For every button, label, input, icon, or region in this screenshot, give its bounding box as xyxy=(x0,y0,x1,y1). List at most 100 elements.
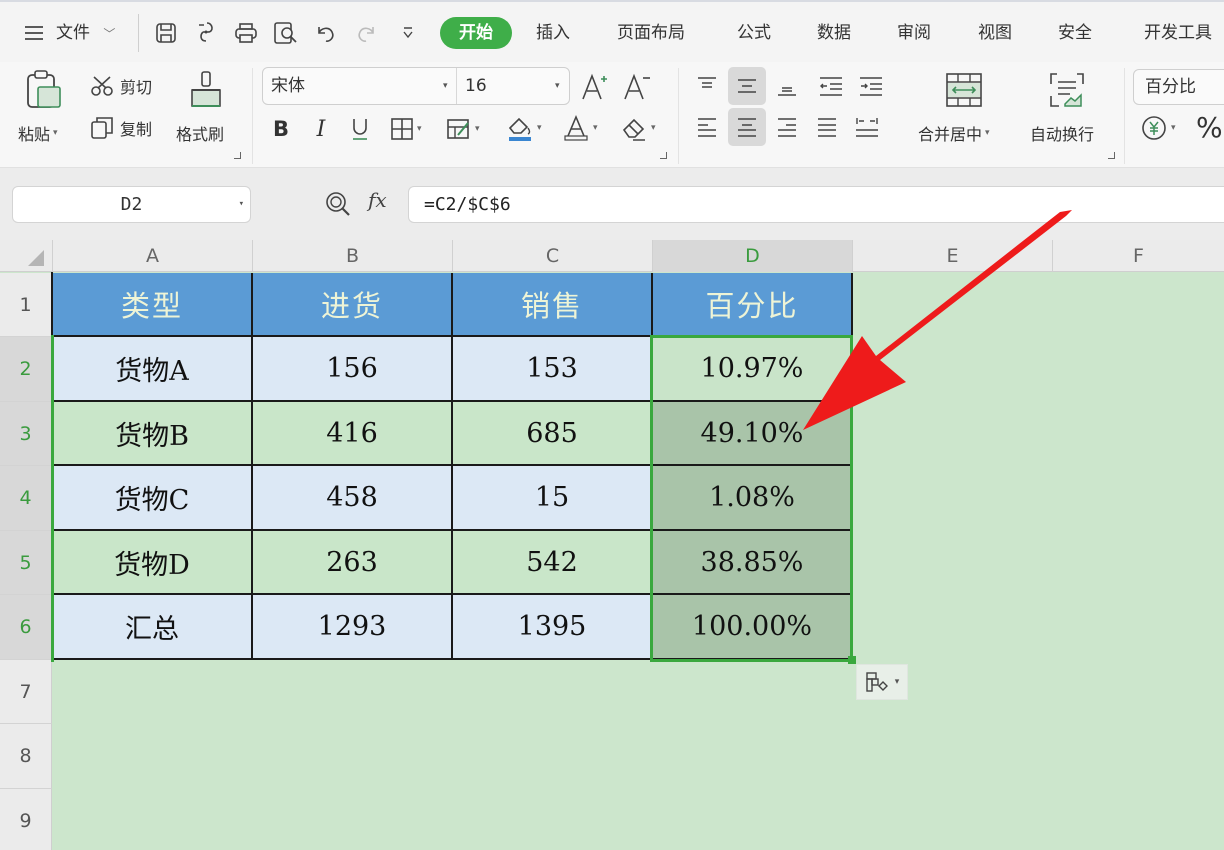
find-function-icon[interactable] xyxy=(324,190,352,218)
clear-button[interactable]: ▾ xyxy=(620,112,656,144)
row-header-7[interactable]: 7 xyxy=(0,660,52,724)
table-header-cell[interactable]: 进货 xyxy=(253,273,453,337)
cut-button[interactable]: 剪切 xyxy=(90,72,152,100)
tab-formulas[interactable]: 公式 xyxy=(737,18,771,48)
format-painter-button[interactable]: 格式刷 xyxy=(176,120,224,146)
paste-button[interactable]: 粘贴 ▾ xyxy=(18,120,58,146)
fill-handle[interactable] xyxy=(848,656,856,664)
align-top-button[interactable] xyxy=(688,67,726,105)
align-left-button[interactable] xyxy=(688,108,726,146)
font-size-dropdown-icon[interactable]: ▾ xyxy=(555,68,560,104)
row-header-3[interactable]: 3 xyxy=(0,402,52,466)
justify-button[interactable] xyxy=(808,108,846,146)
formula-input[interactable]: =C2/$C$6 xyxy=(408,186,1224,223)
borders-button[interactable]: ▾ xyxy=(390,114,422,144)
row-header-4[interactable]: 4 xyxy=(0,466,52,531)
increase-font-size-button[interactable] xyxy=(580,70,610,104)
merge-center-icon[interactable] xyxy=(944,70,984,110)
column-header-a[interactable]: A xyxy=(52,240,252,272)
table-header-cell[interactable]: 百分比 xyxy=(653,273,853,337)
redo-icon[interactable] xyxy=(352,18,380,48)
undo-icon[interactable] xyxy=(312,18,340,48)
tab-view[interactable]: 视图 xyxy=(978,18,1012,48)
insert-function-icon[interactable]: fx xyxy=(368,188,387,212)
name-box-dropdown-icon[interactable]: ▾ xyxy=(239,187,244,222)
underline-button[interactable] xyxy=(347,114,373,144)
table-cell[interactable]: 汇总 xyxy=(53,595,253,660)
copy-button[interactable]: 复制 xyxy=(90,114,152,142)
customize-dropdown-icon[interactable] xyxy=(394,18,422,48)
row-header-2[interactable]: 2 xyxy=(0,337,52,402)
print-preview-icon[interactable] xyxy=(272,18,300,48)
increase-indent-button[interactable] xyxy=(852,67,890,105)
paste-icon[interactable] xyxy=(22,68,66,112)
table-cell[interactable]: 货物C xyxy=(53,466,253,531)
table-cell[interactable]: 542 xyxy=(453,531,653,595)
fill-color-button[interactable]: ▾ xyxy=(506,112,542,144)
italic-button[interactable]: I xyxy=(308,114,334,144)
table-cell[interactable]: 1293 xyxy=(253,595,453,660)
name-box[interactable]: D2 ▾ xyxy=(12,186,251,223)
column-header-c[interactable]: C xyxy=(452,240,652,272)
table-cell[interactable]: 货物B xyxy=(53,402,253,466)
table-cell[interactable]: 263 xyxy=(253,531,453,595)
font-color-button[interactable]: ▾ xyxy=(562,112,598,144)
row-header-1[interactable]: 1 xyxy=(0,273,52,337)
table-cell[interactable]: 416 xyxy=(253,402,453,466)
menu-icon[interactable] xyxy=(20,18,48,48)
format-painter-icon[interactable] xyxy=(186,70,226,110)
tab-insert[interactable]: 插入 xyxy=(536,18,570,48)
align-right-button[interactable] xyxy=(768,108,806,146)
clipboard-dialog-launcher[interactable] xyxy=(234,152,241,159)
tab-page-layout[interactable]: 页面布局 xyxy=(617,18,685,48)
save-icon[interactable] xyxy=(152,18,180,48)
tab-data[interactable]: 数据 xyxy=(817,18,851,48)
table-header-cell[interactable]: 类型 xyxy=(53,273,253,337)
distributed-align-button[interactable] xyxy=(848,108,886,146)
tab-review[interactable]: 审阅 xyxy=(897,18,931,48)
row-header-6[interactable]: 6 xyxy=(0,595,52,660)
table-header-cell[interactable]: 销售 xyxy=(453,273,653,337)
table-cell[interactable]: 1395 xyxy=(453,595,653,660)
export-icon[interactable] xyxy=(192,18,220,48)
table-cell[interactable]: 458 xyxy=(253,466,453,531)
column-header-e[interactable]: E xyxy=(852,240,1052,272)
font-selector[interactable]: 宋体 ▾ 16 ▾ xyxy=(262,67,570,105)
bold-button[interactable]: B xyxy=(268,114,294,144)
column-header-b[interactable]: B xyxy=(252,240,452,272)
print-icon[interactable] xyxy=(232,18,260,48)
align-middle-button[interactable] xyxy=(728,67,766,105)
currency-format-button[interactable]: ▾ xyxy=(1140,112,1176,144)
align-bottom-button[interactable] xyxy=(768,67,806,105)
select-all-button[interactable] xyxy=(0,240,52,272)
number-format-select[interactable]: 百分比 xyxy=(1133,69,1224,105)
table-cell[interactable]: 49.10% xyxy=(653,402,853,466)
spreadsheet-grid[interactable]: A B C D E F 1 2 3 4 5 6 7 8 9 类型 进货 销售 百… xyxy=(0,240,1224,850)
active-cell-d2[interactable]: 10.97% xyxy=(653,337,853,402)
font-name-field[interactable]: 宋体 xyxy=(271,68,305,104)
table-cell[interactable]: 38.85% xyxy=(653,531,853,595)
file-menu[interactable]: 文件 ﹀ xyxy=(56,18,115,48)
tab-home[interactable]: 开始 xyxy=(440,17,512,49)
wrap-text-icon[interactable] xyxy=(1046,70,1088,110)
decrease-indent-button[interactable] xyxy=(812,67,850,105)
table-cell[interactable]: 货物A xyxy=(53,337,253,402)
table-cell[interactable]: 100.00% xyxy=(653,595,853,660)
percent-style-button[interactable]: % xyxy=(1196,110,1223,144)
font-dialog-launcher[interactable] xyxy=(660,152,667,159)
row-header-9[interactable]: 9 xyxy=(0,789,52,850)
font-name-dropdown-icon[interactable]: ▾ xyxy=(443,68,448,104)
alignment-dialog-launcher[interactable] xyxy=(1108,152,1115,159)
table-cell[interactable]: 1.08% xyxy=(653,466,853,531)
row-header-8[interactable]: 8 xyxy=(0,724,52,789)
merge-center-button[interactable]: 合并居中 ▾ xyxy=(918,120,990,146)
decrease-font-size-button[interactable] xyxy=(622,70,652,104)
row-header-5[interactable]: 5 xyxy=(0,531,52,595)
align-center-button[interactable] xyxy=(728,108,766,146)
table-cell[interactable]: 15 xyxy=(453,466,653,531)
wrap-text-button[interactable]: 自动换行 xyxy=(1030,120,1094,146)
table-cell[interactable]: 153 xyxy=(453,337,653,402)
cell-style-button[interactable]: ▾ xyxy=(446,114,480,144)
quick-analysis-button[interactable]: ▾ xyxy=(856,664,908,700)
table-cell[interactable]: 685 xyxy=(453,402,653,466)
